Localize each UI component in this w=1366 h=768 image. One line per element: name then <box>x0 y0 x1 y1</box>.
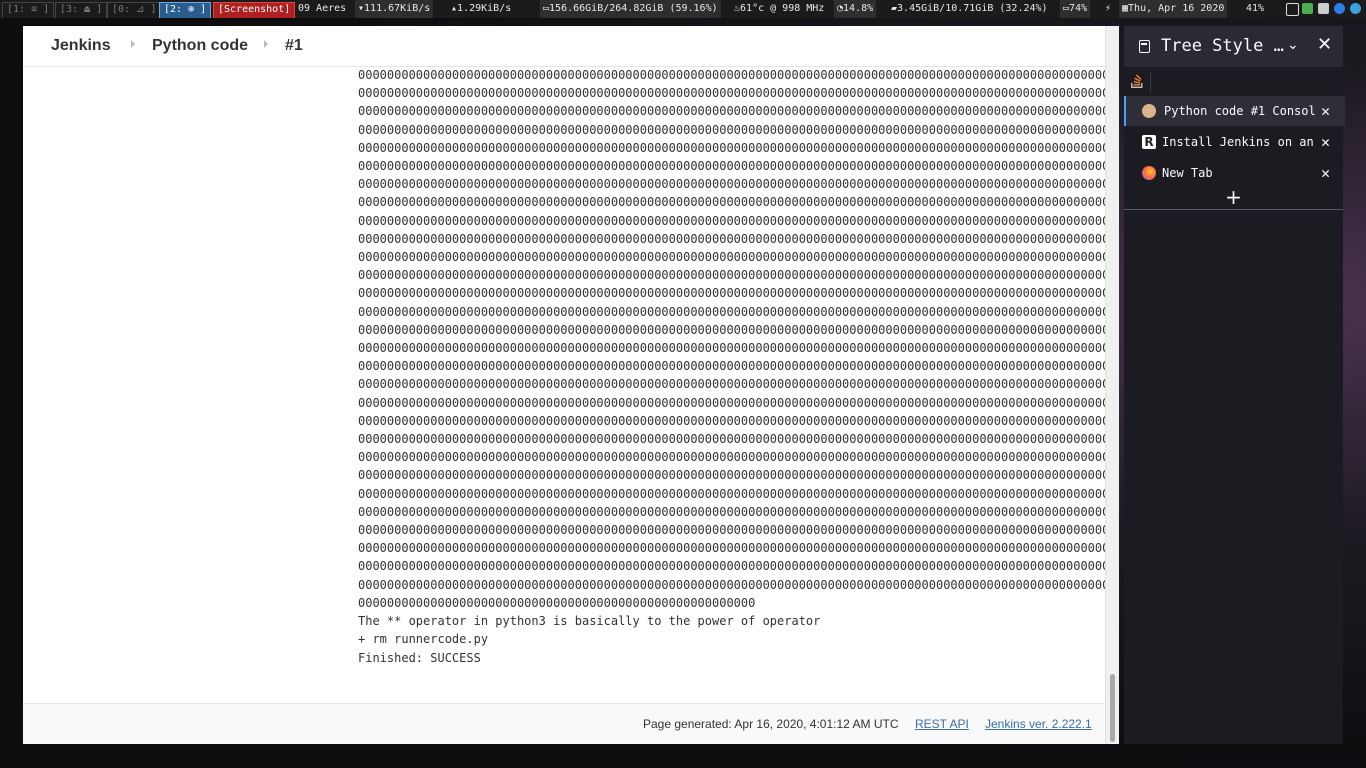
pinned-tabs <box>1124 67 1343 99</box>
breadcrumb-separator-icon <box>264 40 268 48</box>
cpu-load: ◔14.8% <box>834 0 877 18</box>
breadcrumb-build-1[interactable]: #1 <box>285 37 303 55</box>
net-up-value: 1.29KiB/s <box>457 3 512 14</box>
r-site-favicon-icon: R <box>1142 135 1156 149</box>
disk-usage: ▭156.66GiB/264.82GiB (59.16%) <box>540 0 721 18</box>
workspace-0[interactable]: [0: ⊿ ] <box>107 2 162 18</box>
workspace-2[interactable]: [2: ⊕ ] <box>159 2 212 18</box>
tab-title: New Tab <box>1162 166 1213 180</box>
breadcrumb-separator-icon <box>131 40 135 48</box>
console-output: 0000000000000000000000000000000000000000… <box>358 66 1105 667</box>
workspace-3[interactable]: [3: ⏏ ] <box>55 2 108 18</box>
sidebar-close-icon[interactable]: ✕ <box>1317 34 1332 55</box>
breadcrumb: Jenkins Python code #1 <box>23 26 1105 67</box>
tab-install-jenkins[interactable]: R Install Jenkins on an ✕ <box>1124 127 1343 157</box>
cpu-load-value: 14.8% <box>843 3 874 14</box>
breadcrumb-python-code[interactable]: Python code <box>152 37 248 55</box>
disk-value: 156.66GiB/264.82GiB (59.16%) <box>549 3 718 14</box>
cpu-temp-value: 61°c @ 998 MHz <box>740 3 825 14</box>
console-message: The ** operator in python3 is basically … <box>358 614 821 629</box>
tree-style-tab-sidebar: Tree Style … ⌄ ✕ Python code #1 Console … <box>1124 26 1345 744</box>
scrollbar-thumb[interactable] <box>1110 674 1115 742</box>
tray-update-icon[interactable] <box>1350 0 1361 18</box>
jenkins-favicon-icon <box>1142 104 1156 118</box>
net-up: ▴1.29KiB/s <box>451 3 512 14</box>
chevron-down-icon[interactable]: ⌄ <box>1287 37 1299 53</box>
breadcrumb-jenkins[interactable]: Jenkins <box>51 37 111 55</box>
net-down: ▾111.67KiB/s <box>355 0 434 18</box>
tab-new-tab[interactable]: New Tab ✕ <box>1124 158 1343 188</box>
jenkins-version-link[interactable]: Jenkins ver. 2.222.1 <box>985 717 1092 731</box>
cpu-temp: ♨61°c @ 998 MHz <box>734 3 825 14</box>
date-value: Thu, Apr 16 2020 <box>1128 3 1225 14</box>
tab-close-icon[interactable]: ✕ <box>1321 158 1330 188</box>
sidebar-header: Tree Style … ⌄ ✕ <box>1124 26 1343 67</box>
jenkins-page: Jenkins Python code #1 00000000000000000… <box>23 26 1105 744</box>
new-tab-button[interactable]: + <box>1124 185 1343 210</box>
page-generated-text: Page generated: Apr 16, 2020, 4:01:12 AM… <box>643 717 899 731</box>
tab-python-code-console[interactable]: Python code #1 Console Output ✕ <box>1124 96 1345 126</box>
workspace-screenshot[interactable]: [Screenshot] <box>213 2 296 18</box>
console-zero-lines: 0000000000000000000000000000000000000000… <box>358 68 1105 592</box>
firefox-favicon-icon <box>1142 166 1156 180</box>
tray-bluetooth-icon[interactable] <box>1334 0 1345 18</box>
workspace-1[interactable]: [1: ≡ ] <box>2 2 55 18</box>
tray-app-icon[interactable] <box>1302 0 1313 18</box>
memory-value: 3.45GiB/10.71GiB (32.24%) <box>897 3 1048 14</box>
volume-value: 41% <box>1246 3 1265 14</box>
status-bar: [1: ≡ ] [3: ⏏ ] [0: ⊿ ] [2: ⊕ ] [Screens… <box>0 0 1366 18</box>
pinned-tab-stackoverflow[interactable] <box>1130 73 1151 93</box>
page-scrollbar[interactable] <box>1105 26 1119 744</box>
battery: ▭74% <box>1060 0 1091 18</box>
date: ▦Thu, Apr 16 2020 <box>1119 0 1228 18</box>
sidebar-panel-icon <box>1139 40 1150 53</box>
tray-window-icon[interactable] <box>1286 0 1299 18</box>
tray-network-icon[interactable] <box>1318 0 1329 18</box>
plug-icon: ⚡ <box>1105 3 1112 14</box>
tab-title: Python code #1 Console Output <box>1164 104 1316 118</box>
console-finished: Finished: SUCCESS <box>358 650 481 665</box>
sidebar-title[interactable]: Tree Style … <box>1161 36 1284 56</box>
memory: ▰3.45GiB/10.71GiB (32.24%) <box>891 3 1048 14</box>
net-down-value: 111.67KiB/s <box>364 3 431 14</box>
tab-close-icon[interactable]: ✕ <box>1321 96 1330 126</box>
stackoverflow-icon <box>1131 74 1143 88</box>
rest-api-link[interactable]: REST API <box>915 717 969 731</box>
console-rm-line: + rm runnercode.py <box>358 632 489 647</box>
console-last-zero-line: 0000000000000000000000000000000000000000… <box>358 595 756 610</box>
tab-title: Install Jenkins on an <box>1162 135 1314 149</box>
window-title: 09 Aeres <box>298 3 347 14</box>
page-footer: Page generated: Apr 16, 2020, 4:01:12 AM… <box>23 703 1105 744</box>
tab-close-icon[interactable]: ✕ <box>1321 127 1330 157</box>
battery-value: 74% <box>1069 3 1088 14</box>
volume: 41% <box>1243 0 1267 18</box>
